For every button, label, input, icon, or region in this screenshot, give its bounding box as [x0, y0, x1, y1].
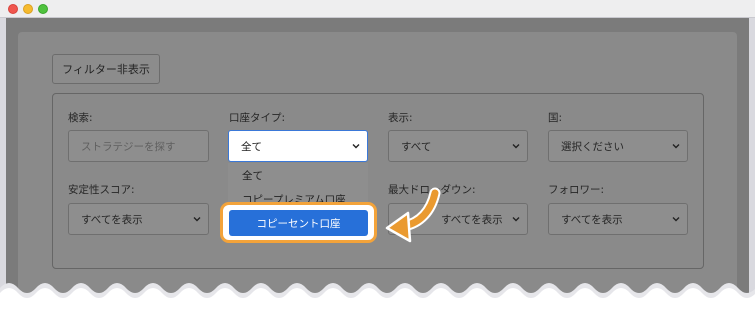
search-label: 検索: — [68, 112, 93, 124]
country-value: 選択ください — [561, 140, 624, 153]
dropdown-option-all[interactable]: 全て — [242, 168, 263, 183]
stability-score-value: すべてを表示 — [81, 213, 143, 226]
title-bar — [0, 0, 755, 18]
account-type-select[interactable]: 全て — [228, 130, 368, 162]
orange-arrow-icon — [385, 187, 441, 243]
chevron-down-icon — [193, 215, 201, 223]
hide-filter-button[interactable]: フィルター非表示 — [52, 54, 160, 84]
browser-window: フィルター非表示 検索: 口座タイプ: 表示: 国: ストラテジーを探す 全て … — [0, 0, 755, 318]
display-value: すべて — [401, 140, 432, 153]
chevron-down-icon — [512, 215, 520, 223]
torn-edge — [0, 283, 755, 318]
chevron-down-icon — [672, 215, 680, 223]
country-select[interactable]: 選択ください — [548, 130, 688, 162]
account-type-value: 全て — [241, 140, 262, 153]
close-window-button[interactable] — [8, 4, 18, 14]
dropdown-option-cent[interactable]: コピーセント口座 — [229, 210, 368, 236]
search-input[interactable]: ストラテジーを探す — [68, 130, 209, 162]
display-label: 表示: — [388, 112, 413, 124]
followers-value: すべてを表示 — [561, 213, 623, 226]
minimize-window-button[interactable] — [23, 4, 33, 14]
search-placeholder: ストラテジーを探す — [81, 140, 176, 153]
filter-panel — [52, 93, 704, 269]
followers-select[interactable]: すべてを表示 — [548, 203, 688, 235]
max-drawdown-value: すべてを表示 — [441, 213, 503, 226]
country-label: 国: — [548, 112, 563, 124]
stability-score-select[interactable]: すべてを表示 — [68, 203, 209, 235]
chevron-down-icon — [512, 142, 520, 150]
chevron-down-icon — [352, 142, 360, 150]
followers-label: フォロワー: — [548, 184, 605, 196]
chevron-down-icon — [672, 142, 680, 150]
account-type-label: 口座タイプ: — [229, 112, 286, 124]
stability-score-label: 安定性スコア: — [68, 184, 135, 196]
zoom-window-button[interactable] — [38, 4, 48, 14]
display-select[interactable]: すべて — [388, 130, 528, 162]
